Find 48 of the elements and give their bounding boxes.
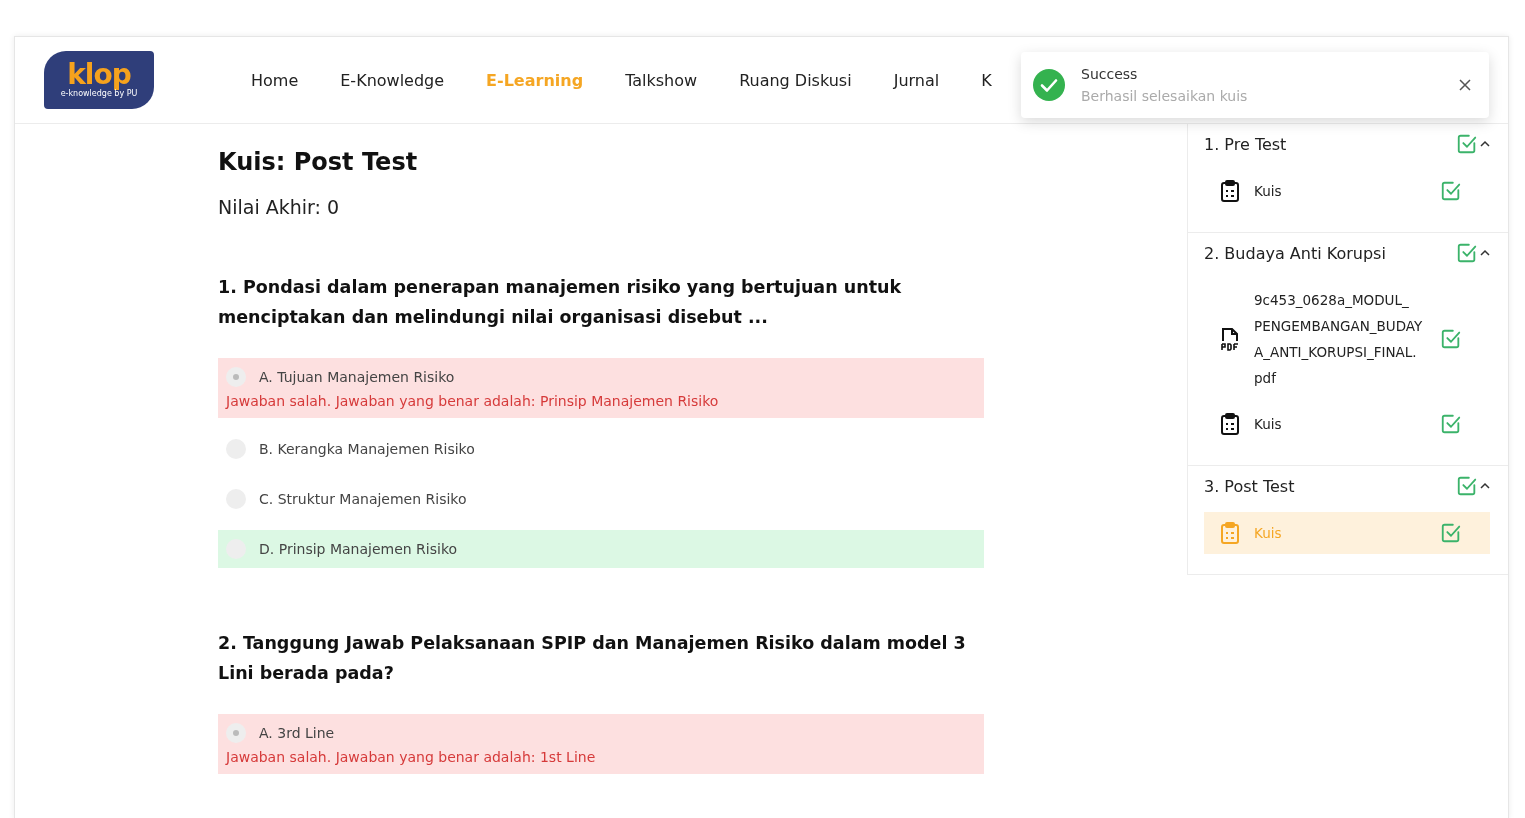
option-label: A. Tujuan Manajemen Risiko xyxy=(259,369,455,385)
chevron-up-icon[interactable] xyxy=(1480,249,1490,257)
clipboard-icon xyxy=(1220,522,1240,544)
logo-tagline: e-knowledge by PU xyxy=(60,89,138,99)
clipboard-icon xyxy=(1220,180,1240,202)
answer-option[interactable]: B. Kerangka Manajemen Risiko xyxy=(218,430,984,468)
option-label: A. 3rd Line xyxy=(259,725,335,741)
answer-option[interactable]: A. Tujuan Manajemen Risiko Jawaban salah. Jawaban yang benar adalah: Prinsip Manajemen Risiko xyxy=(218,358,984,418)
section-title[interactable]: 3. Post Test xyxy=(1204,476,1295,496)
quiz-title: Kuis: Post Test xyxy=(218,148,419,176)
lesson-item[interactable]: 9c453_0628a_MODUL_ PENGEMBANGAN_BUDAY A_ANTI_KORUPSI_FINAL. pdf xyxy=(1204,279,1490,399)
answer-option[interactable]: A. 3rd Line Jawaban salah. Jawaban yang benar adalah: 1st Line xyxy=(218,714,984,774)
nav-link[interactable]: K xyxy=(981,70,992,90)
question-text: 1. Pondasi dalam penerapan manajemen risiko yang bertujuan untuk menciptakan dan melindungi nilai organisasi disebut ... xyxy=(218,276,903,329)
chevron-up-icon[interactable] xyxy=(1480,140,1490,148)
wrong-answer-feedback: Jawaban salah. Jawaban yang benar adalah: 1st Line xyxy=(226,749,597,765)
lesson-item[interactable]: Kuis xyxy=(1204,170,1490,212)
logo-wordmark: klop xyxy=(67,61,131,89)
lesson-label: Kuis xyxy=(1254,182,1283,201)
option-label: B. Kerangka Manajemen Risiko xyxy=(259,441,475,457)
radio-button[interactable] xyxy=(226,367,246,387)
lesson-label: Kuis xyxy=(1254,524,1283,543)
toast-message: Berhasil selesaikan kuis xyxy=(1081,88,1249,104)
section-title[interactable]: 2. Budaya Anti Korupsi xyxy=(1204,243,1386,263)
nav-link[interactable]: Home xyxy=(251,70,299,90)
final-score: Nilai Akhir: 0 xyxy=(218,196,341,218)
nav-link[interactable]: Talkshow xyxy=(625,70,698,90)
nav-link[interactable]: Jurnal xyxy=(893,70,940,90)
answer-option[interactable]: D. Prinsip Manajemen Risiko xyxy=(218,530,984,568)
pdf-file-icon xyxy=(1220,327,1240,351)
logo[interactable]: klop e-knowledge by PU xyxy=(44,51,154,109)
question-text: 2. Tanggung Jawab Pelaksanaan SPIP dan Manajemen Risiko dalam model 3 Lini berada pada? xyxy=(218,632,967,685)
radio-button[interactable] xyxy=(226,723,246,743)
lesson-label: 9c453_0628a_MODUL_ PENGEMBANGAN_BUDAY A_ANTI_KORUPSI_FINAL. pdf xyxy=(1254,291,1424,388)
wrong-answer-feedback: Jawaban salah. Jawaban yang benar adalah: Prinsip Manajemen Risiko xyxy=(226,393,720,409)
success-check-icon xyxy=(1033,69,1065,101)
option-label: C. Struktur Manajemen Risiko xyxy=(259,491,467,507)
clipboard-icon xyxy=(1220,413,1240,435)
lesson-item[interactable]: Kuis xyxy=(1204,403,1490,445)
toast-title: Success xyxy=(1081,66,1139,82)
nav-link[interactable]: E-Knowledge xyxy=(340,70,445,90)
option-label: D. Prinsip Manajemen Risiko xyxy=(259,541,458,557)
answer-option[interactable]: C. Struktur Manajemen Risiko xyxy=(218,480,984,518)
close-icon xyxy=(1459,79,1471,91)
chevron-up-icon[interactable] xyxy=(1480,482,1490,490)
section-title[interactable]: 1. Pre Test xyxy=(1204,134,1287,154)
nav-link[interactable]: Ruang Diskusi xyxy=(739,70,852,90)
lesson-label: Kuis xyxy=(1254,415,1283,434)
